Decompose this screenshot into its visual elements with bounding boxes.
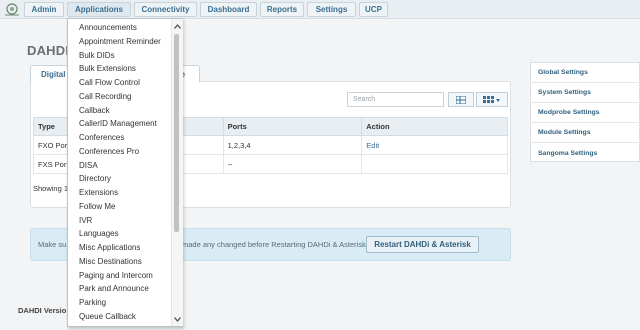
logo-icon (5, 3, 19, 16)
menu-item-conferences-pro[interactable]: Conferences Pro (79, 145, 139, 158)
cell-blank (177, 135, 224, 155)
column-header-blank (177, 117, 224, 136)
menu-item-misc-applications[interactable]: Misc Applications (79, 241, 140, 254)
nav-admin[interactable]: Admin (24, 2, 64, 17)
list-view-icon (456, 95, 466, 104)
menu-item-extensions[interactable]: Extensions (79, 186, 118, 199)
columns-dropdown-button[interactable] (476, 92, 508, 107)
cell-blank (177, 154, 224, 174)
nav-dashboard[interactable]: Dashboard (200, 2, 257, 17)
sidebar-item-global-settings[interactable]: Global Settings (531, 63, 640, 83)
menu-item-callback[interactable]: Callback (79, 104, 110, 117)
dahdi-version-label: DAHDI Versio (18, 306, 67, 315)
sidebar-item-system-settings[interactable]: System Settings (531, 83, 640, 103)
menu-item-conferences[interactable]: Conferences (79, 131, 124, 144)
menu-item-languages[interactable]: Languages (79, 227, 119, 240)
cell-ports: -- (222, 154, 363, 174)
menu-item-disa[interactable]: DISA (79, 159, 98, 172)
menu-item-call-flow-control[interactable]: Call Flow Control (79, 76, 140, 89)
notice-text-left: Make su (38, 240, 67, 249)
nav-ucp[interactable]: UCP (359, 2, 388, 17)
sidebar-item-modprobe-settings[interactable]: Modprobe Settings (531, 103, 640, 123)
cell-ports: 1,2,3,4 (222, 135, 363, 155)
menu-item-call-recording[interactable]: Call Recording (79, 90, 131, 103)
scroll-down-button[interactable] (172, 314, 182, 324)
cell-action (361, 154, 508, 174)
menu-item-announcements[interactable]: Announcements (79, 21, 137, 34)
menu-item-park-and-announce[interactable]: Park and Announce (79, 282, 149, 295)
menu-item-misc-destinations[interactable]: Misc Destinations (79, 255, 142, 268)
menu-item-ivr[interactable]: IVR (79, 214, 92, 227)
page-title: DAHDI (27, 43, 70, 58)
menu-item-appointment-reminder[interactable]: Appointment Reminder (79, 35, 161, 48)
applications-dropdown-menu: Announcements Appointment Reminder Bulk … (67, 18, 183, 327)
chevron-down-icon (173, 316, 181, 322)
list-view-button[interactable] (448, 92, 474, 107)
scroll-up-button[interactable] (172, 21, 182, 31)
nav-reports[interactable]: Reports (260, 2, 304, 17)
sidebar-item-module-settings[interactable]: Module Settings (531, 123, 640, 143)
nav-applications[interactable]: Applications (67, 2, 131, 17)
menu-item-bulk-extensions[interactable]: Bulk Extensions (79, 62, 136, 75)
menu-item-directory[interactable]: Directory (79, 172, 111, 185)
menu-item-parking[interactable]: Parking (79, 296, 106, 309)
search-input[interactable]: Search (347, 92, 444, 107)
notice-text-right: made any changed before Restarting DAHDi… (182, 240, 366, 249)
dropdown-scroll-thumb[interactable] (174, 34, 179, 232)
edit-link[interactable]: Edit (361, 135, 508, 155)
menu-item-follow-me[interactable]: Follow Me (79, 200, 115, 213)
showing-count: Showing 1 (33, 184, 69, 193)
column-header-ports[interactable]: Ports (222, 117, 363, 136)
menu-item-bulk-dids[interactable]: Bulk DIDs (79, 49, 115, 62)
nav-settings[interactable]: Settings (307, 2, 356, 17)
menu-item-paging-and-intercom[interactable]: Paging and Intercom (79, 269, 153, 282)
restart-dahdi-button[interactable]: Restart DAHDi & Asterisk (366, 236, 479, 253)
menu-item-queue-callback[interactable]: Queue Callback (79, 310, 136, 323)
sidebar-item-sangoma-settings[interactable]: Sangoma Settings (531, 143, 640, 163)
chevron-up-icon (173, 23, 181, 29)
column-header-action: Action (361, 117, 508, 136)
nav-connectivity[interactable]: Connectivity (134, 2, 197, 17)
menu-item-callerid-management[interactable]: CallerID Management (79, 117, 157, 130)
grid-icon (483, 95, 500, 103)
settings-sidebar: Global Settings System Settings Modprobe… (530, 62, 640, 162)
